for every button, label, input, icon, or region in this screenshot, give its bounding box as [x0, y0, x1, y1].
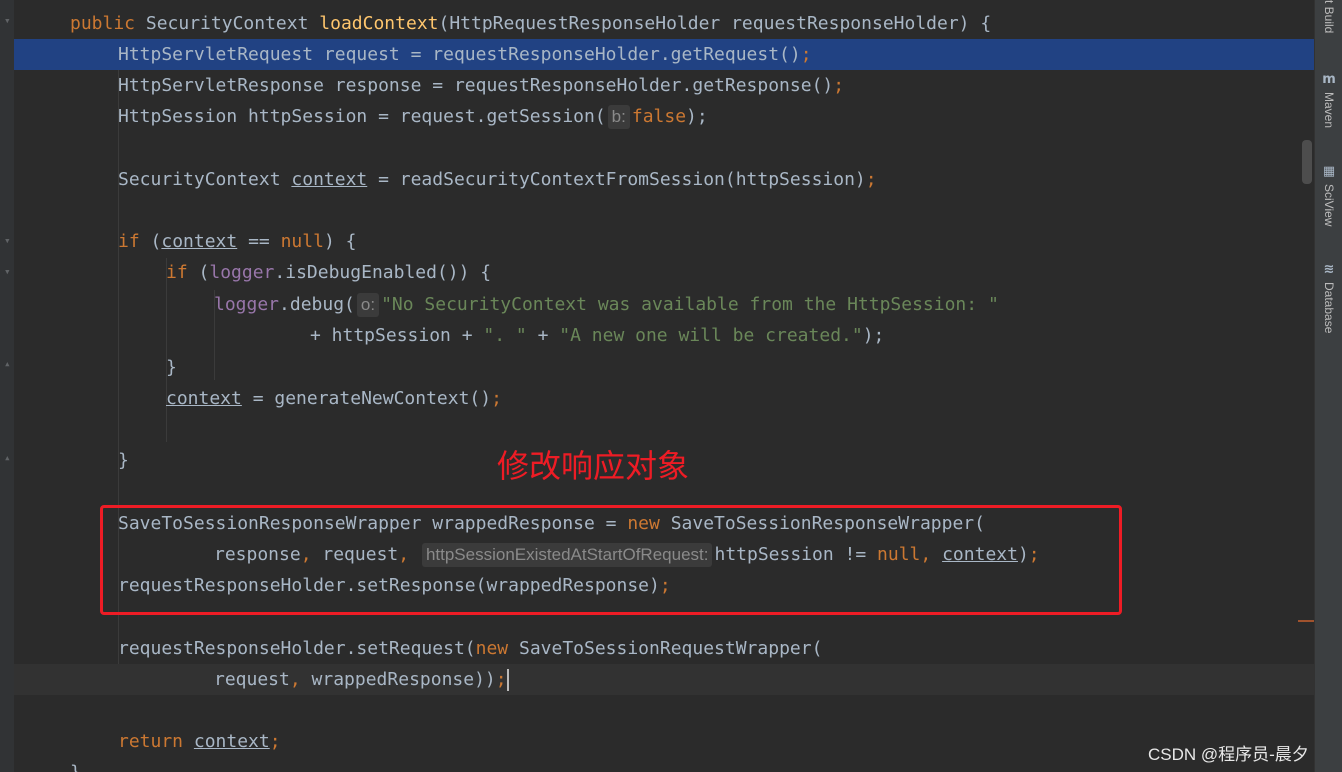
fold-icon[interactable]: ▾ [4, 235, 14, 247]
parameter-hint: o: [356, 293, 380, 317]
code-line-17: request, wrappedResponse)); [14, 664, 1314, 695]
watermark: CSDN @程序员-晨夕 [1148, 745, 1309, 764]
code-line-3: HttpServletResponse response = requestRe… [118, 75, 845, 96]
tool-label-maven: Maven [1322, 92, 1336, 129]
tool-window-maven[interactable]: m Maven [1318, 72, 1340, 128]
code-editor[interactable]: public SecurityContext loadContext(HttpR… [14, 0, 1314, 772]
database-icon: ≋ [1323, 262, 1335, 277]
code-line-5: SecurityContext context = readSecurityCo… [118, 169, 877, 190]
tool-window-database[interactable]: ≋ Database [1318, 262, 1340, 333]
code-line-2: HttpServletRequest request = requestResp… [14, 39, 1314, 70]
tool-window-sciview[interactable]: ▦ SciView [1318, 164, 1340, 226]
editor-gutter: ▾ ▾ ▾ ▴ ▴ [0, 0, 15, 772]
text-caret [506, 669, 509, 691]
right-tool-sidebar: t Build m Maven ▦ SciView ≋ Database [1314, 0, 1342, 772]
fold-icon[interactable]: ▾ [4, 15, 14, 27]
tool-label-database: Database [1322, 282, 1336, 334]
code-line-16: requestResponseHolder.setRequest(new Sav… [118, 638, 823, 659]
code-line-4: HttpSession httpSession = request.getSes… [118, 105, 708, 129]
parameter-hint: b: [607, 105, 630, 129]
tool-label-build: t Build [1322, 0, 1336, 34]
code-line-9: + httpSession + ". " + "A new one will b… [310, 325, 885, 346]
annotation-text: 修改响应对象 [497, 447, 690, 485]
annotation-highlight-box [100, 505, 1122, 615]
code-line-19: } [14, 757, 1314, 772]
fold-icon[interactable]: ▾ [4, 266, 14, 278]
code-line-1: public SecurityContext loadContext(HttpR… [70, 13, 992, 34]
error-stripe-marker[interactable] [1298, 620, 1314, 622]
maven-icon: m [1322, 72, 1336, 87]
tool-window-build[interactable]: t Build [1318, 0, 1340, 33]
tool-label-sciview: SciView [1322, 184, 1336, 227]
fold-end-icon[interactable]: ▴ [4, 452, 14, 464]
code-line-10: } [166, 357, 177, 378]
code-line-6: if (context == null) { [118, 231, 357, 252]
code-line-8: logger.debug(o: "No SecurityContext was a… [214, 293, 999, 317]
code-line-11: context = generateNewContext(); [166, 388, 502, 409]
code-line-18: return context; [118, 731, 281, 752]
fold-end-icon[interactable]: ▴ [4, 358, 14, 370]
code-line-7: if (logger.isDebugEnabled()) { [166, 262, 492, 283]
vertical-scrollbar[interactable] [1302, 140, 1312, 184]
sciview-icon: ▦ [1322, 164, 1336, 179]
